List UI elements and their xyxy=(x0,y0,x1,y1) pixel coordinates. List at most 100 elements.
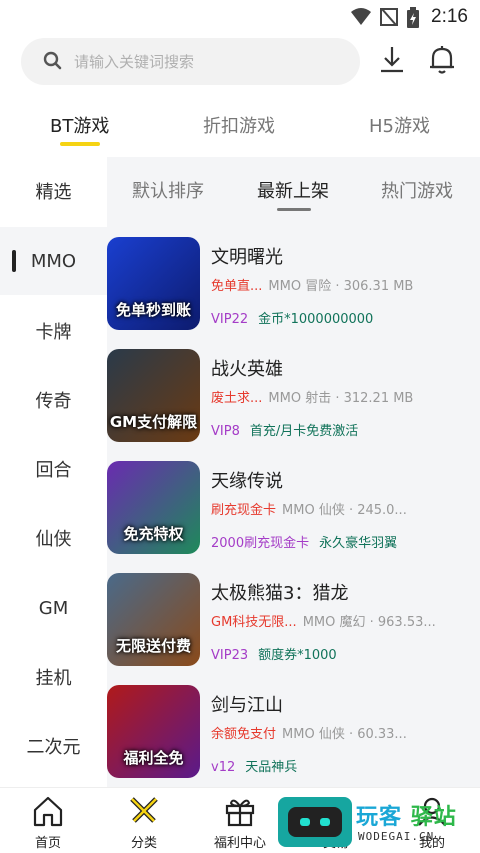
game-thumbnail: 免充特权 xyxy=(107,461,200,554)
game-perk-vip: VIP22 xyxy=(211,312,249,327)
game-perk-gift: 额度券*1000 xyxy=(258,648,337,663)
category-xianxia[interactable]: 仙侠 xyxy=(0,504,107,572)
status-bar: 2:16 xyxy=(0,0,480,36)
game-list-item[interactable]: 免充特权 天缘传说 刷充现金卡 MMO 仙侠 · 245.0... 2000刷充现金卡永… xyxy=(107,461,480,573)
bell-icon[interactable] xyxy=(425,43,459,77)
game-info: MMO 仙侠 · 245.0... xyxy=(282,503,407,518)
game-perks: VIP23 额度券*1000 xyxy=(211,644,337,663)
game-info: MMO 仙侠 · 60.33... xyxy=(282,727,407,742)
category-label: 回合 xyxy=(35,460,72,481)
game-perks: 2000刷充现金卡 永久豪华羽翼 xyxy=(211,532,397,551)
game-thumbnail: 无限送付费 xyxy=(107,573,200,666)
game-meta: 余额免支付 MMO 仙侠 · 60.33... xyxy=(211,723,407,742)
game-perks: VIP8 首充/月卡免费激活 xyxy=(211,420,358,439)
tab-bt-games[interactable]: BT游戏 xyxy=(50,112,109,138)
game-thumbnail: 福利全免 xyxy=(107,685,200,778)
game-thumbnail: GM支付解限 xyxy=(107,349,200,442)
thumbnail-caption: 无限送付费 xyxy=(115,637,191,655)
watermark-domain: WODEGAI.CN xyxy=(358,830,435,843)
nav-category[interactable]: 分类 xyxy=(96,792,192,853)
game-meta: 刷充现金卡 MMO 仙侠 · 245.0... xyxy=(211,499,407,518)
nav-label: 首页 xyxy=(34,836,61,851)
game-perk-gift: 天品神兵 xyxy=(245,760,298,775)
game-promo-tag: 废土求... xyxy=(211,391,263,406)
category-label: 二次元 xyxy=(26,737,81,758)
thumbnail-caption: 免充特权 xyxy=(123,525,184,543)
sort-popular[interactable]: 热门游戏 xyxy=(381,177,453,203)
category-idle[interactable]: 挂机 xyxy=(0,643,107,711)
game-promo-tag: 余额免支付 xyxy=(211,727,277,742)
game-promo-tag: 刷充现金卡 xyxy=(211,503,277,518)
category-featured[interactable]: 精选 xyxy=(0,157,107,225)
search-icon xyxy=(43,51,62,70)
no-signal-icon xyxy=(380,8,398,26)
nav-label: 福利中心 xyxy=(213,836,266,851)
thumbnail-caption: GM支付解限 xyxy=(109,413,198,431)
category-gm[interactable]: GM xyxy=(0,574,107,642)
search-placeholder: 请输入关键词搜索 xyxy=(74,53,195,71)
game-meta: 免单直... MMO 冒险 · 306.31 MB xyxy=(211,275,413,294)
category-label: 卡牌 xyxy=(35,322,72,343)
game-list-panel: 默认排序 最新上架 热门游戏 免单秒到账 文明曙光免单直... MMO 冒险 · 3… xyxy=(107,157,480,787)
battery-charging-icon xyxy=(407,7,419,28)
category-label: 挂机 xyxy=(35,668,72,689)
wifi-icon xyxy=(351,8,371,25)
game-meta: GM科技无限... MMO 魔幻 · 963.53... xyxy=(211,611,436,630)
sort-default[interactable]: 默认排序 xyxy=(132,177,204,203)
category-turn-based[interactable]: 回合 xyxy=(0,435,107,503)
game-title: 剑与江山 xyxy=(211,695,283,716)
category-anime[interactable]: 二次元 xyxy=(0,712,107,780)
tab-discount-games[interactable]: 折扣游戏 xyxy=(203,112,275,138)
game-list-item[interactable]: 无限送付费 太极熊猫3：猎龙 GM科技无限... MMO 魔幻 · 963.53...… xyxy=(107,573,480,685)
game-perk-vip: VIP8 xyxy=(211,424,240,439)
download-icon[interactable] xyxy=(375,43,409,77)
category-sidebar: 精选 MMO 卡牌 传奇 回合 仙侠 GM 挂机 二次元 xyxy=(0,157,107,787)
game-promo-tag: GM科技无限... xyxy=(211,615,297,630)
category-label: 传奇 xyxy=(35,391,72,412)
game-list-item[interactable]: GM支付解限 战火英雄废土求... MMO 射击 · 312.21 MB VIP8 首充… xyxy=(107,349,480,461)
game-perk-vip: VIP23 xyxy=(211,648,249,663)
watermark-brand: 玩客 驿站 xyxy=(356,805,457,830)
game-perk-gift: 永久豪华羽翼 xyxy=(319,536,398,551)
category-label: GM xyxy=(38,597,69,619)
nav-welfare[interactable]: 福利中心 xyxy=(192,792,288,853)
game-title: 战火英雄 xyxy=(211,359,283,380)
category-mmo[interactable]: MMO xyxy=(0,227,107,295)
game-perk-gift: 首充/月卡免费激活 xyxy=(249,424,359,439)
game-info: MMO 射击 · 312.21 MB xyxy=(268,391,414,406)
game-meta: 废土求... MMO 射击 · 312.21 MB xyxy=(211,387,413,406)
game-perk-gift: 金币*1000000000 xyxy=(258,312,374,327)
swords-icon xyxy=(130,797,158,823)
category-card[interactable]: 卡牌 xyxy=(0,297,107,365)
category-label: MMO xyxy=(30,250,77,272)
game-thumbnail: 免单秒到账 xyxy=(107,237,200,330)
search-input[interactable]: 请输入关键词搜索 xyxy=(21,38,360,85)
game-info: MMO 魔幻 · 963.53... xyxy=(302,615,436,630)
nav-home[interactable]: 首页 xyxy=(0,792,96,853)
active-tab-indicator xyxy=(60,142,100,146)
game-perk-vip: 2000刷充现金卡 xyxy=(211,536,310,551)
active-category-indicator xyxy=(12,250,16,272)
game-perks: VIP22 金币*1000000000 xyxy=(211,308,373,327)
game-list-item[interactable]: 福利全免 剑与江山余额免支付 MMO 仙侠 · 60.33... v12 天品神兵 xyxy=(107,685,480,787)
game-info: MMO 冒险 · 306.31 MB xyxy=(268,279,414,294)
watermark-logo xyxy=(278,797,352,847)
home-icon xyxy=(33,796,63,827)
nav-label: 分类 xyxy=(130,836,157,851)
watermark: 玩客 驿站 WODEGAI.CN xyxy=(278,797,474,849)
tab-h5-games[interactable]: H5游戏 xyxy=(369,112,430,138)
thumbnail-caption: 福利全免 xyxy=(123,749,184,767)
gift-icon xyxy=(225,799,255,827)
category-legend[interactable]: 传奇 xyxy=(0,366,107,434)
status-time: 2:16 xyxy=(431,6,468,27)
game-promo-tag: 免单直... xyxy=(211,279,263,294)
sort-newest[interactable]: 最新上架 xyxy=(257,177,329,203)
category-label: 仙侠 xyxy=(35,529,72,550)
active-sort-indicator xyxy=(277,208,311,211)
game-perk-vip: v12 xyxy=(211,760,236,775)
game-title: 文明曙光 xyxy=(211,247,283,268)
game-list-item[interactable]: 免单秒到账 文明曙光免单直... MMO 冒险 · 306.31 MB VIP22 金币… xyxy=(107,237,480,349)
thumbnail-caption: 免单秒到账 xyxy=(115,301,191,319)
game-perks: v12 天品神兵 xyxy=(211,756,297,775)
category-label: 精选 xyxy=(35,182,72,203)
